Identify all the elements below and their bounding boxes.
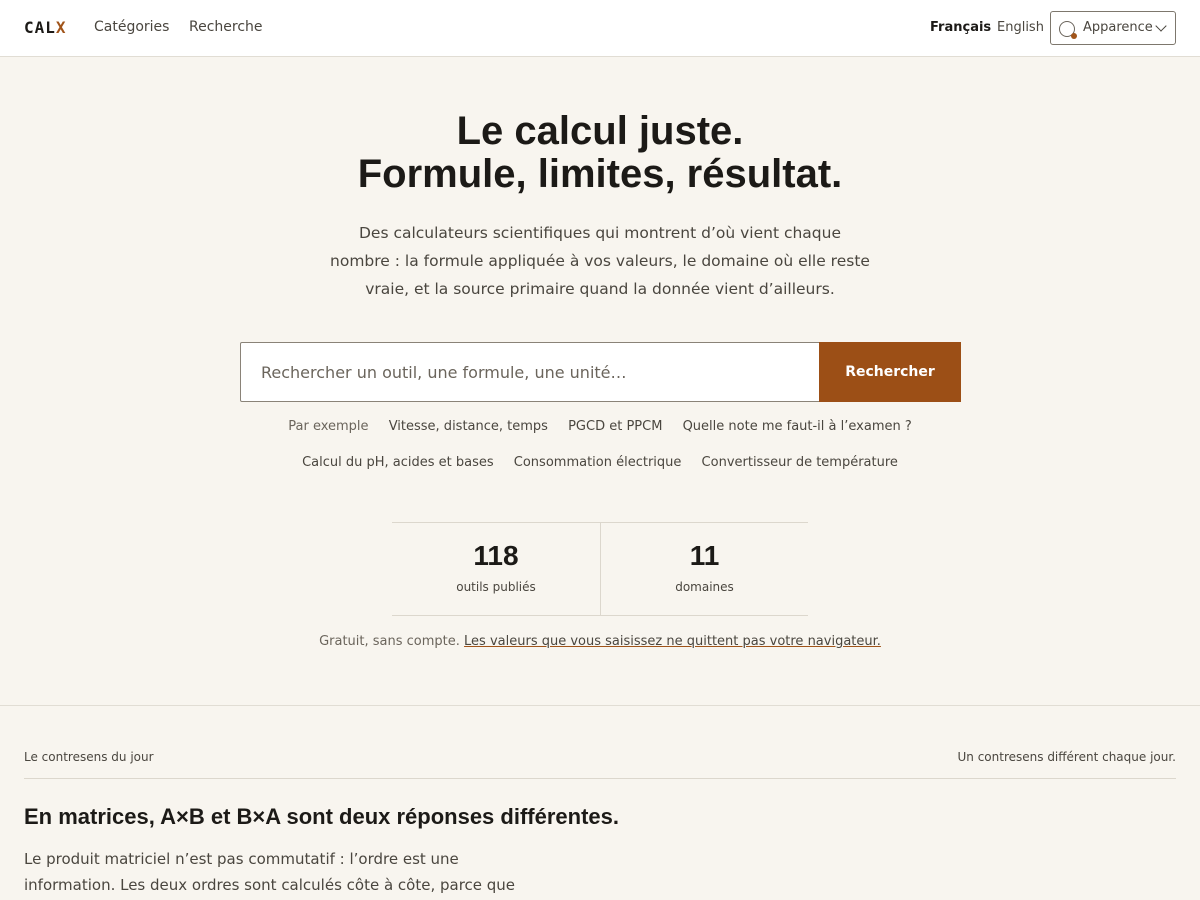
examples-row-2: Calcul du pH, acides et bases Consommati… xyxy=(0,455,1200,470)
hero-title-line-1: Le calcul juste. xyxy=(456,109,744,153)
stat-domains-label: domaines xyxy=(675,580,734,594)
nav-search-link[interactable]: Recherche xyxy=(189,19,263,35)
examples-row-1: Par exemple Vitesse, distance, temps PGC… xyxy=(0,419,1200,434)
daily-title: En matrices, A×B et B×A sont deux répons… xyxy=(24,804,619,829)
privacy-note-prefix: Gratuit, sans compte. xyxy=(319,634,460,649)
hero-title-line-2: Formule, limites, résultat. xyxy=(357,152,843,196)
appearance-label: Apparence xyxy=(1083,20,1153,35)
chevron-down-icon xyxy=(1155,20,1167,32)
theme-icon xyxy=(1059,21,1077,39)
example-link[interactable]: PGCD et PPCM xyxy=(568,419,662,434)
hero-subtitle: Des calculateurs scientifiques qui montr… xyxy=(330,224,870,298)
daily-section-label: Le contresens du jour xyxy=(24,750,154,764)
example-link[interactable]: Vitesse, distance, temps xyxy=(389,419,548,434)
appearance-dropdown[interactable]: Apparence xyxy=(1050,11,1176,45)
daily-section-tagline: Un contresens différent chaque jour. xyxy=(957,750,1177,764)
stat-tools-value: 118 xyxy=(473,540,519,571)
privacy-link[interactable]: Les valeurs que vous saisissez ne quitte… xyxy=(464,634,881,649)
search-form: Rechercher xyxy=(240,342,961,402)
section-divider xyxy=(0,705,1200,706)
example-link[interactable]: Consommation électrique xyxy=(514,455,682,470)
search-input[interactable] xyxy=(241,343,819,401)
language-english[interactable]: English xyxy=(997,20,1044,35)
example-link[interactable]: Calcul du pH, acides et bases xyxy=(302,455,494,470)
stat-tools: 118 outils publiés xyxy=(392,523,600,615)
privacy-note: Gratuit, sans compte. Les valeurs que vo… xyxy=(0,634,1200,649)
nav-categories-link[interactable]: Catégories xyxy=(94,19,169,35)
example-link[interactable]: Convertisseur de température xyxy=(702,455,898,470)
search-button[interactable]: Rechercher xyxy=(819,342,961,402)
logo[interactable]: CALX xyxy=(24,18,67,37)
examples-label: Par exemple xyxy=(288,419,369,434)
stat-domains-value: 11 xyxy=(689,540,720,571)
section-rule xyxy=(24,778,1176,779)
language-french[interactable]: Français xyxy=(930,20,991,35)
daily-body: Le produit matriciel n’est pas commutati… xyxy=(24,850,516,894)
logo-text: CAL xyxy=(24,18,56,37)
top-navigation-bar: CALX Catégories Recherche Français Engli… xyxy=(0,0,1200,57)
stat-domains: 11 domaines xyxy=(600,523,808,615)
logo-accent: X xyxy=(55,18,67,37)
stat-tools-label: outils publiés xyxy=(456,580,536,594)
stats-panel: 118 outils publiés 11 domaines xyxy=(392,522,808,616)
example-link[interactable]: Quelle note me faut-il à l’examen ? xyxy=(683,419,912,434)
